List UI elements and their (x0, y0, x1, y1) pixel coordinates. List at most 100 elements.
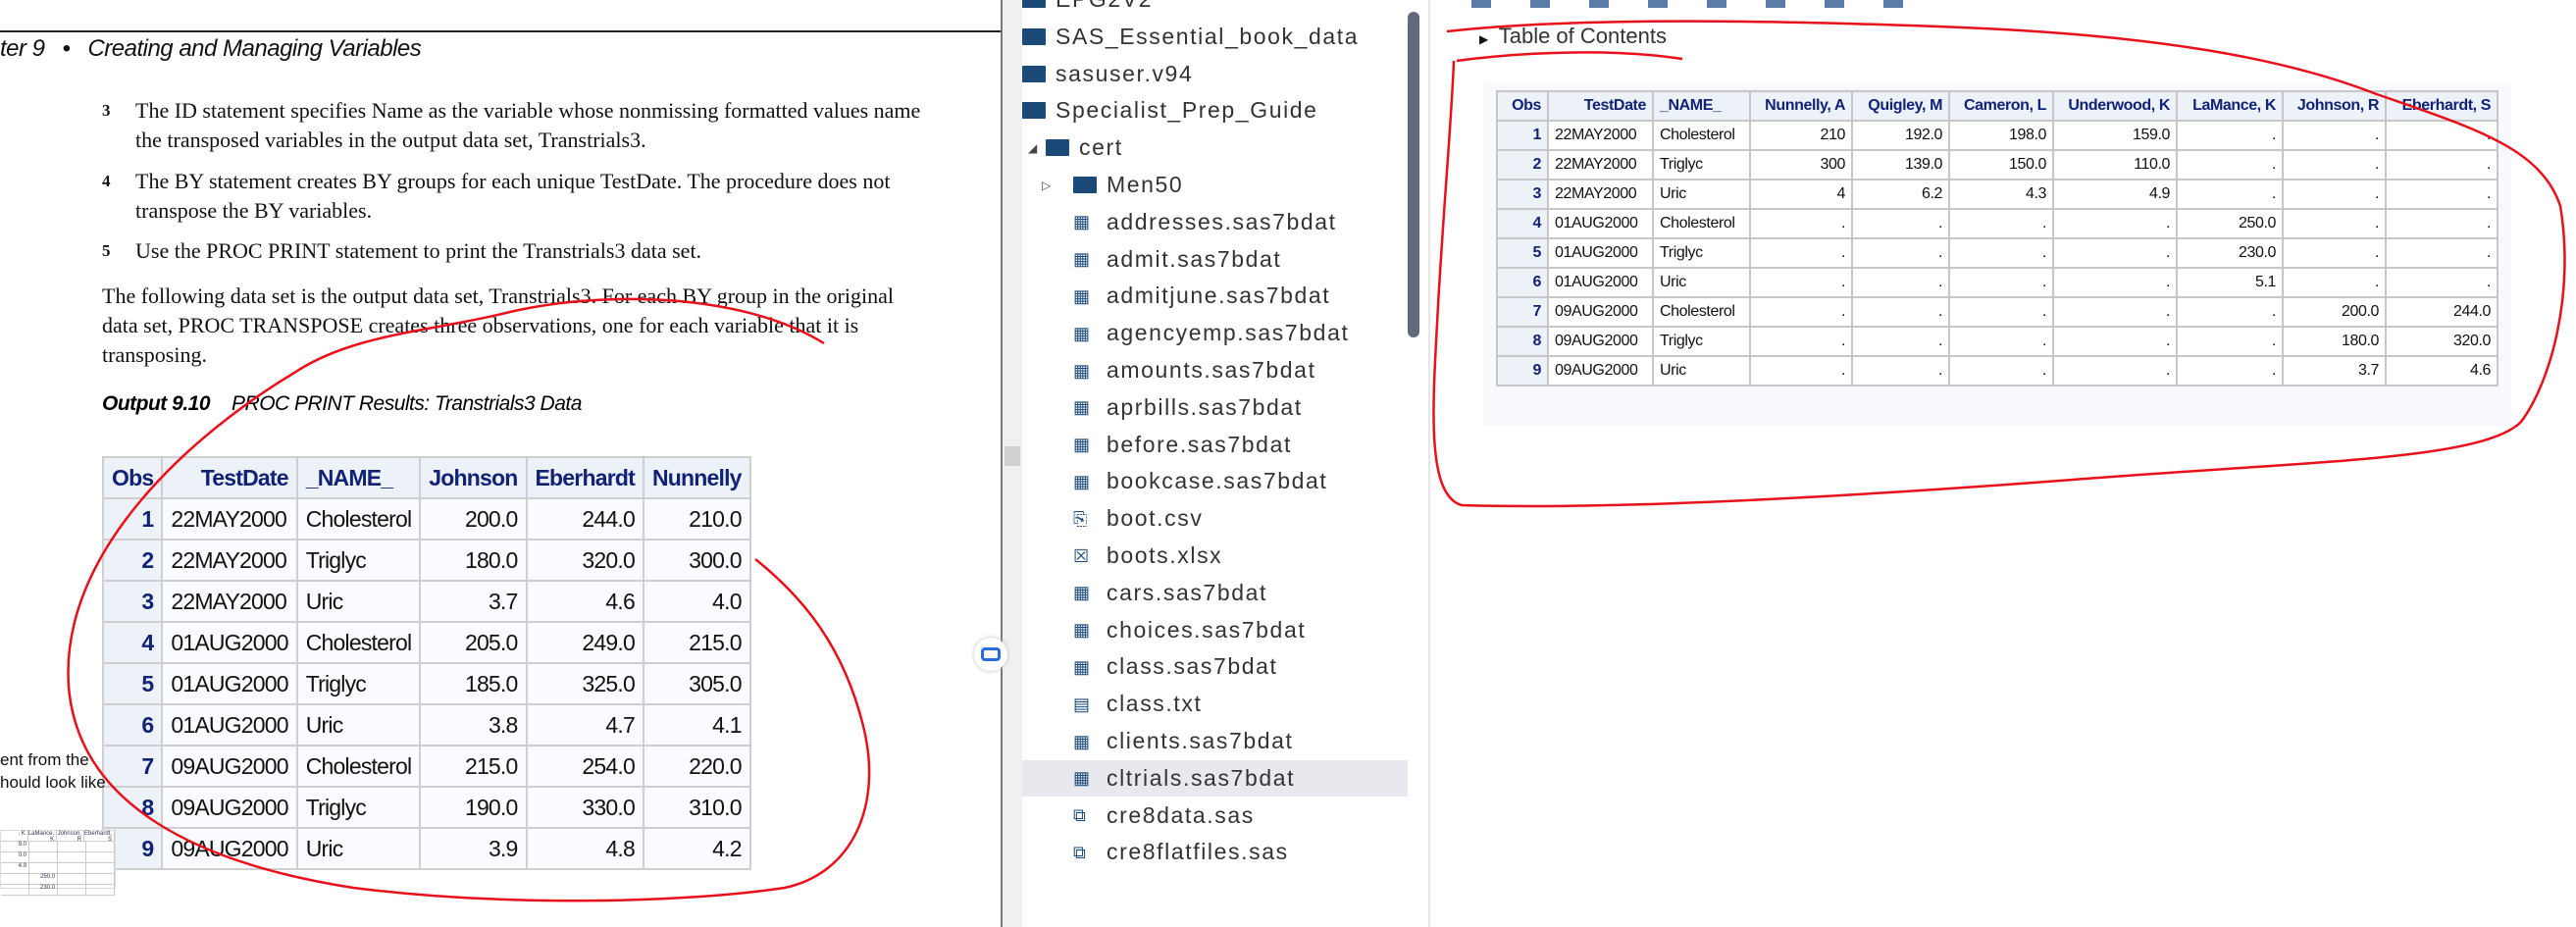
thumb-cell: 9.0 (1, 842, 29, 851)
table-row: 8 09AUG2000 Triglyc..... 180.0 320.0 (1496, 326, 2499, 357)
output-number: Output 9.10 (102, 392, 211, 415)
table-cell: 22MAY2000 (1547, 120, 1654, 151)
table-cell: 230.0 (2176, 237, 2284, 269)
tree-item-label: Men50 (1107, 172, 1184, 197)
table-cell: 4.0 (642, 580, 751, 623)
collapsed-caret-icon[interactable]: ▷ (1042, 179, 1056, 192)
tree-item[interactable]: ▦ clients.sas7bdat (1022, 723, 1408, 759)
table-cell: . (1948, 355, 2054, 386)
excel-file-icon: ☒ (1073, 545, 1090, 566)
thumb-cell: 250.0 (29, 874, 58, 884)
toolbar-icon[interactable] (1707, 0, 1726, 8)
table-cell: Uric (1652, 355, 1751, 386)
toolbar-icon[interactable] (1883, 0, 1903, 8)
obs-cell: 5 (1496, 237, 1549, 269)
step-text: The BY statement creates BY groups for e… (135, 169, 891, 223)
feedback-bubble-button[interactable] (974, 638, 1007, 671)
table-cell: Uric (295, 827, 422, 870)
dataset-icon: ▦ (1073, 249, 1091, 270)
table-row: 2 22MAY2000 Triglyc 300 139.0 150.0 110.0... (1496, 149, 2499, 180)
dataset-icon: ▦ (1073, 360, 1091, 381)
table-row: 2 22MAY2000 Triglyc 180.0 320.0 300.0 (101, 539, 751, 582)
tree-item[interactable]: ▦ before.sas7bdat (1022, 427, 1408, 463)
chat-icon (981, 647, 1001, 661)
table-cell: 01AUG2000 (161, 621, 298, 664)
table-cell: 192.0 (1851, 120, 1950, 151)
table-cell: . (2176, 296, 2284, 328)
tree-item[interactable]: ▦ agencyemp.sas7bdat (1022, 315, 1408, 351)
tree-item[interactable]: ▦ bookcase.sas7bdat (1022, 463, 1408, 499)
pane-divider[interactable] (1428, 0, 1430, 927)
toolbar-icon[interactable] (1589, 0, 1609, 8)
step-5: 5 Use the PROC PRINT statement to print … (102, 236, 926, 266)
proc-print-table: Obs TestDate _NAME_ Johnson Eberhardt Nu… (101, 456, 751, 870)
tree-item[interactable]: ▦ cars.sas7bdat (1022, 575, 1408, 611)
table-row: 5 01AUG2000 Triglyc.... 230.0.. (1496, 237, 2499, 269)
table-row: 6 01AUG2000 Uric.... 5.1.. (1496, 267, 2499, 298)
table-cell: . (2282, 237, 2387, 269)
step-text: The ID statement specifies Name as the v… (135, 98, 921, 152)
separator: • (62, 35, 71, 62)
table-cell: . (2052, 237, 2178, 269)
obs-cell: 5 (101, 662, 164, 705)
table-cell: 5.1 (2176, 267, 2284, 298)
table-row: 1 22MAY2000 Cholesterol 210 192.0 198.0 159.0.… (1496, 120, 2499, 151)
tree-item[interactable]: ▦ admit.sas7bdat (1022, 241, 1408, 278)
tree-item[interactable]: ▦ aprbills.sas7bdat (1022, 389, 1408, 426)
folder-icon (1022, 65, 1046, 82)
toolbar-icon[interactable] (1471, 0, 1491, 8)
tree-item[interactable]: ☒ boots.xlsx (1022, 538, 1408, 574)
tree-item[interactable]: ▦ addresses.sas7bdat (1022, 204, 1408, 240)
tree-item[interactable]: ▤ class.txt (1022, 686, 1408, 722)
table-cell: 09AUG2000 (161, 786, 298, 829)
table-cell: 4.9 (2052, 179, 2178, 210)
tree-item[interactable]: ⧉ cre8data.sas (1022, 798, 1408, 834)
tree-item-label: aprbills.sas7bdat (1107, 393, 1303, 420)
table-cell: 3.9 (419, 827, 528, 870)
table-cell: Triglyc (1652, 149, 1751, 180)
toolbar-icon[interactable] (1648, 0, 1668, 8)
tree-item[interactable]: SAS_Essential_book_data (1022, 19, 1408, 55)
thumbnail-table: , K LaMance, K Johnson, R Eberhardt, S 9… (0, 830, 116, 896)
dataset-icon: ▦ (1073, 731, 1091, 751)
table-cell: 215.0 (642, 621, 751, 664)
toolbar-icon[interactable] (1825, 0, 1844, 8)
tree-item[interactable]: ⎘ boot.csv (1022, 500, 1408, 537)
table-cell: 244.0 (2385, 296, 2499, 328)
step-number: 5 (102, 241, 111, 260)
expanded-caret-icon[interactable]: ◢ (1028, 141, 1042, 155)
tree-item[interactable]: ▦ class.sas7bdat (1022, 648, 1408, 685)
column-header: Obs (1496, 90, 1549, 122)
table-of-contents-toggle[interactable]: ▶ Table of Contents (1479, 24, 1667, 49)
tree-item[interactable]: ⧉ cre8flatfiles.sas (1022, 834, 1408, 870)
folder-icon (1046, 139, 1069, 157)
tree-item[interactable]: ◢ cert (1022, 129, 1408, 166)
tree-item[interactable]: ▷ Men50 (1022, 167, 1408, 203)
toolbar-icon[interactable] (1530, 0, 1550, 8)
thumbnail-row: 0.0 (1, 852, 115, 863)
dataset-icon: ▦ (1073, 323, 1091, 343)
tree-item[interactable]: ▦ choices.sas7bdat (1022, 612, 1408, 648)
toolbar-icon[interactable] (1766, 0, 1785, 8)
tree-item[interactable]: Specialist_Prep_Guide (1022, 92, 1408, 129)
table-cell: 4.1 (642, 703, 751, 747)
tree-item[interactable]: ▦ cltrials.sas7bdat (1022, 759, 1408, 797)
table-cell: . (1749, 355, 1853, 386)
tree-item[interactable]: ▦ amounts.sas7bdat (1022, 352, 1408, 388)
table-cell: Triglyc (1652, 237, 1751, 269)
table-row: 9 09AUG2000 Uric..... 3.7 4.6 (1496, 355, 2499, 386)
tree-item-label: agencyemp.sas7bdat (1107, 320, 1350, 346)
tree-item[interactable]: sasuser.v94 (1022, 56, 1408, 92)
table-cell: Uric (295, 703, 422, 747)
table-cell: . (1851, 296, 1950, 328)
tree-scrollbar-thumb[interactable] (1408, 12, 1419, 337)
tree-item[interactable]: ▦ admitjune.sas7bdat (1022, 278, 1408, 314)
table-cell: 01AUG2000 (1547, 267, 1654, 298)
tree-item[interactable]: EPG2V2 (1022, 0, 1408, 18)
obs-cell: 9 (1496, 355, 1549, 386)
table-cell: . (2385, 267, 2499, 298)
scrollbar-thumb[interactable] (1005, 446, 1020, 466)
table-cell: 4.3 (1948, 179, 2054, 210)
tree-item-label: admitjune.sas7bdat (1107, 283, 1331, 309)
obs-cell: 8 (1496, 326, 1549, 357)
